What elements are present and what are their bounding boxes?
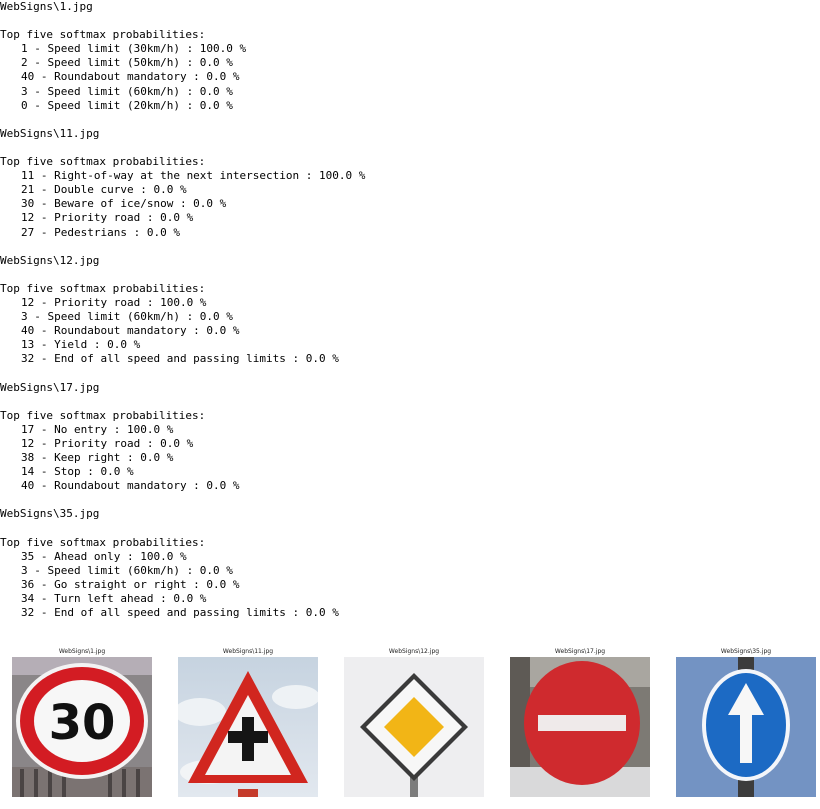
thumbnail-title: WebSigns\11.jpg	[222, 648, 274, 655]
prediction-item: 0 - Speed limit (20km/h) : 0.0 %	[21, 98, 233, 112]
probabilities-heading: Top five softmax probabilities:	[0, 155, 206, 169]
thumbnail-title: WebSigns\1.jpg	[58, 648, 106, 655]
file-name: WebSigns\17.jpg	[0, 380, 100, 394]
result-block: WebSigns\35.jpg Top five softmax probabi…	[0, 507, 820, 620]
probabilities-heading: Top five softmax probabilities:	[0, 408, 206, 422]
prediction-item: 11 - Right-of-way at the next intersecti…	[21, 169, 366, 183]
prediction-item: 3 - Speed limit (60km/h) : 0.0 %	[21, 310, 233, 324]
prediction-item: 27 - Pedestrians : 0.0 %	[21, 225, 180, 239]
file-name: WebSigns\11.jpg	[0, 126, 100, 140]
prediction-item: 40 - Roundabout mandatory : 0.0 %	[21, 324, 240, 338]
result-block: WebSigns\1.jpg Top five softmax probabil…	[0, 0, 820, 127]
prediction-item: 34 - Turn left ahead : 0.0 %	[21, 591, 207, 605]
file-name: WebSigns\1.jpg	[0, 0, 93, 13]
prediction-item: 1 - Speed limit (30km/h) : 100.0 %	[21, 42, 247, 56]
prediction-item: 32 - End of all speed and passing limits…	[21, 606, 339, 620]
prediction-item: 3 - Speed limit (60km/h) : 0.0 %	[21, 563, 233, 577]
prediction-item: 17 - No entry : 100.0 %	[21, 422, 174, 436]
prediction-item: 12 - Priority road : 0.0 %	[21, 436, 194, 450]
prediction-item: 14 - Stop : 0.0 %	[21, 465, 134, 479]
prediction-item: 3 - Speed limit (60km/h) : 0.0 %	[21, 84, 233, 98]
probabilities-heading: Top five softmax probabilities:	[0, 281, 206, 295]
result-block: WebSigns\12.jpg Top five softmax probabi…	[0, 254, 820, 381]
prediction-item: 12 - Priority road : 0.0 %	[21, 211, 194, 225]
console-output: WebSigns\1.jpg Top five softmax probabil…	[0, 0, 820, 620]
probabilities-heading: Top five softmax probabilities:	[0, 535, 206, 549]
no-entry-sign	[510, 657, 650, 797]
probabilities-heading: Top five softmax probabilities:	[0, 28, 206, 42]
prediction-item: 30 - Beware of ice/snow : 0.0 %	[21, 197, 227, 211]
file-name: WebSigns\35.jpg	[0, 507, 100, 521]
result-block: WebSigns\11.jpg Top five softmax probabi…	[0, 127, 820, 254]
prediction-item: 36 - Go straight or right : 0.0 %	[21, 577, 240, 591]
thumbnail-title: WebSigns\17.jpg	[554, 648, 606, 655]
prediction-item: 40 - Roundabout mandatory : 0.0 %	[21, 70, 240, 84]
result-block: WebSigns\17.jpg Top five softmax probabi…	[0, 381, 820, 508]
ahead-only-sign	[676, 657, 816, 797]
priority-road-sign	[344, 657, 484, 797]
right-of-way-sign	[178, 657, 318, 797]
prediction-item: 21 - Double curve : 0.0 %	[21, 183, 187, 197]
prediction-item: 35 - Ahead only : 100.0 %	[21, 549, 187, 563]
prediction-item: 32 - End of all speed and passing limits…	[21, 352, 339, 366]
prediction-item: 40 - Roundabout mandatory : 0.0 %	[21, 479, 240, 493]
prediction-item: 13 - Yield : 0.0 %	[21, 338, 141, 352]
sign-text: 30	[49, 695, 116, 751]
thumbnail-title: WebSigns\12.jpg	[388, 648, 440, 655]
prediction-item: 38 - Keep right : 0.0 %	[21, 451, 174, 464]
file-name: WebSigns\12.jpg	[0, 253, 100, 267]
thumbnail-strip: WebSigns\1.jpg 30 WebSigns\11.jpg WebSig…	[0, 648, 820, 809]
speed-limit-30-sign: 30	[12, 657, 152, 797]
prediction-item: 2 - Speed limit (50km/h) : 0.0 %	[21, 56, 233, 70]
thumbnail-title: WebSigns\35.jpg	[720, 648, 772, 655]
prediction-item: 12 - Priority road : 100.0 %	[21, 295, 207, 309]
